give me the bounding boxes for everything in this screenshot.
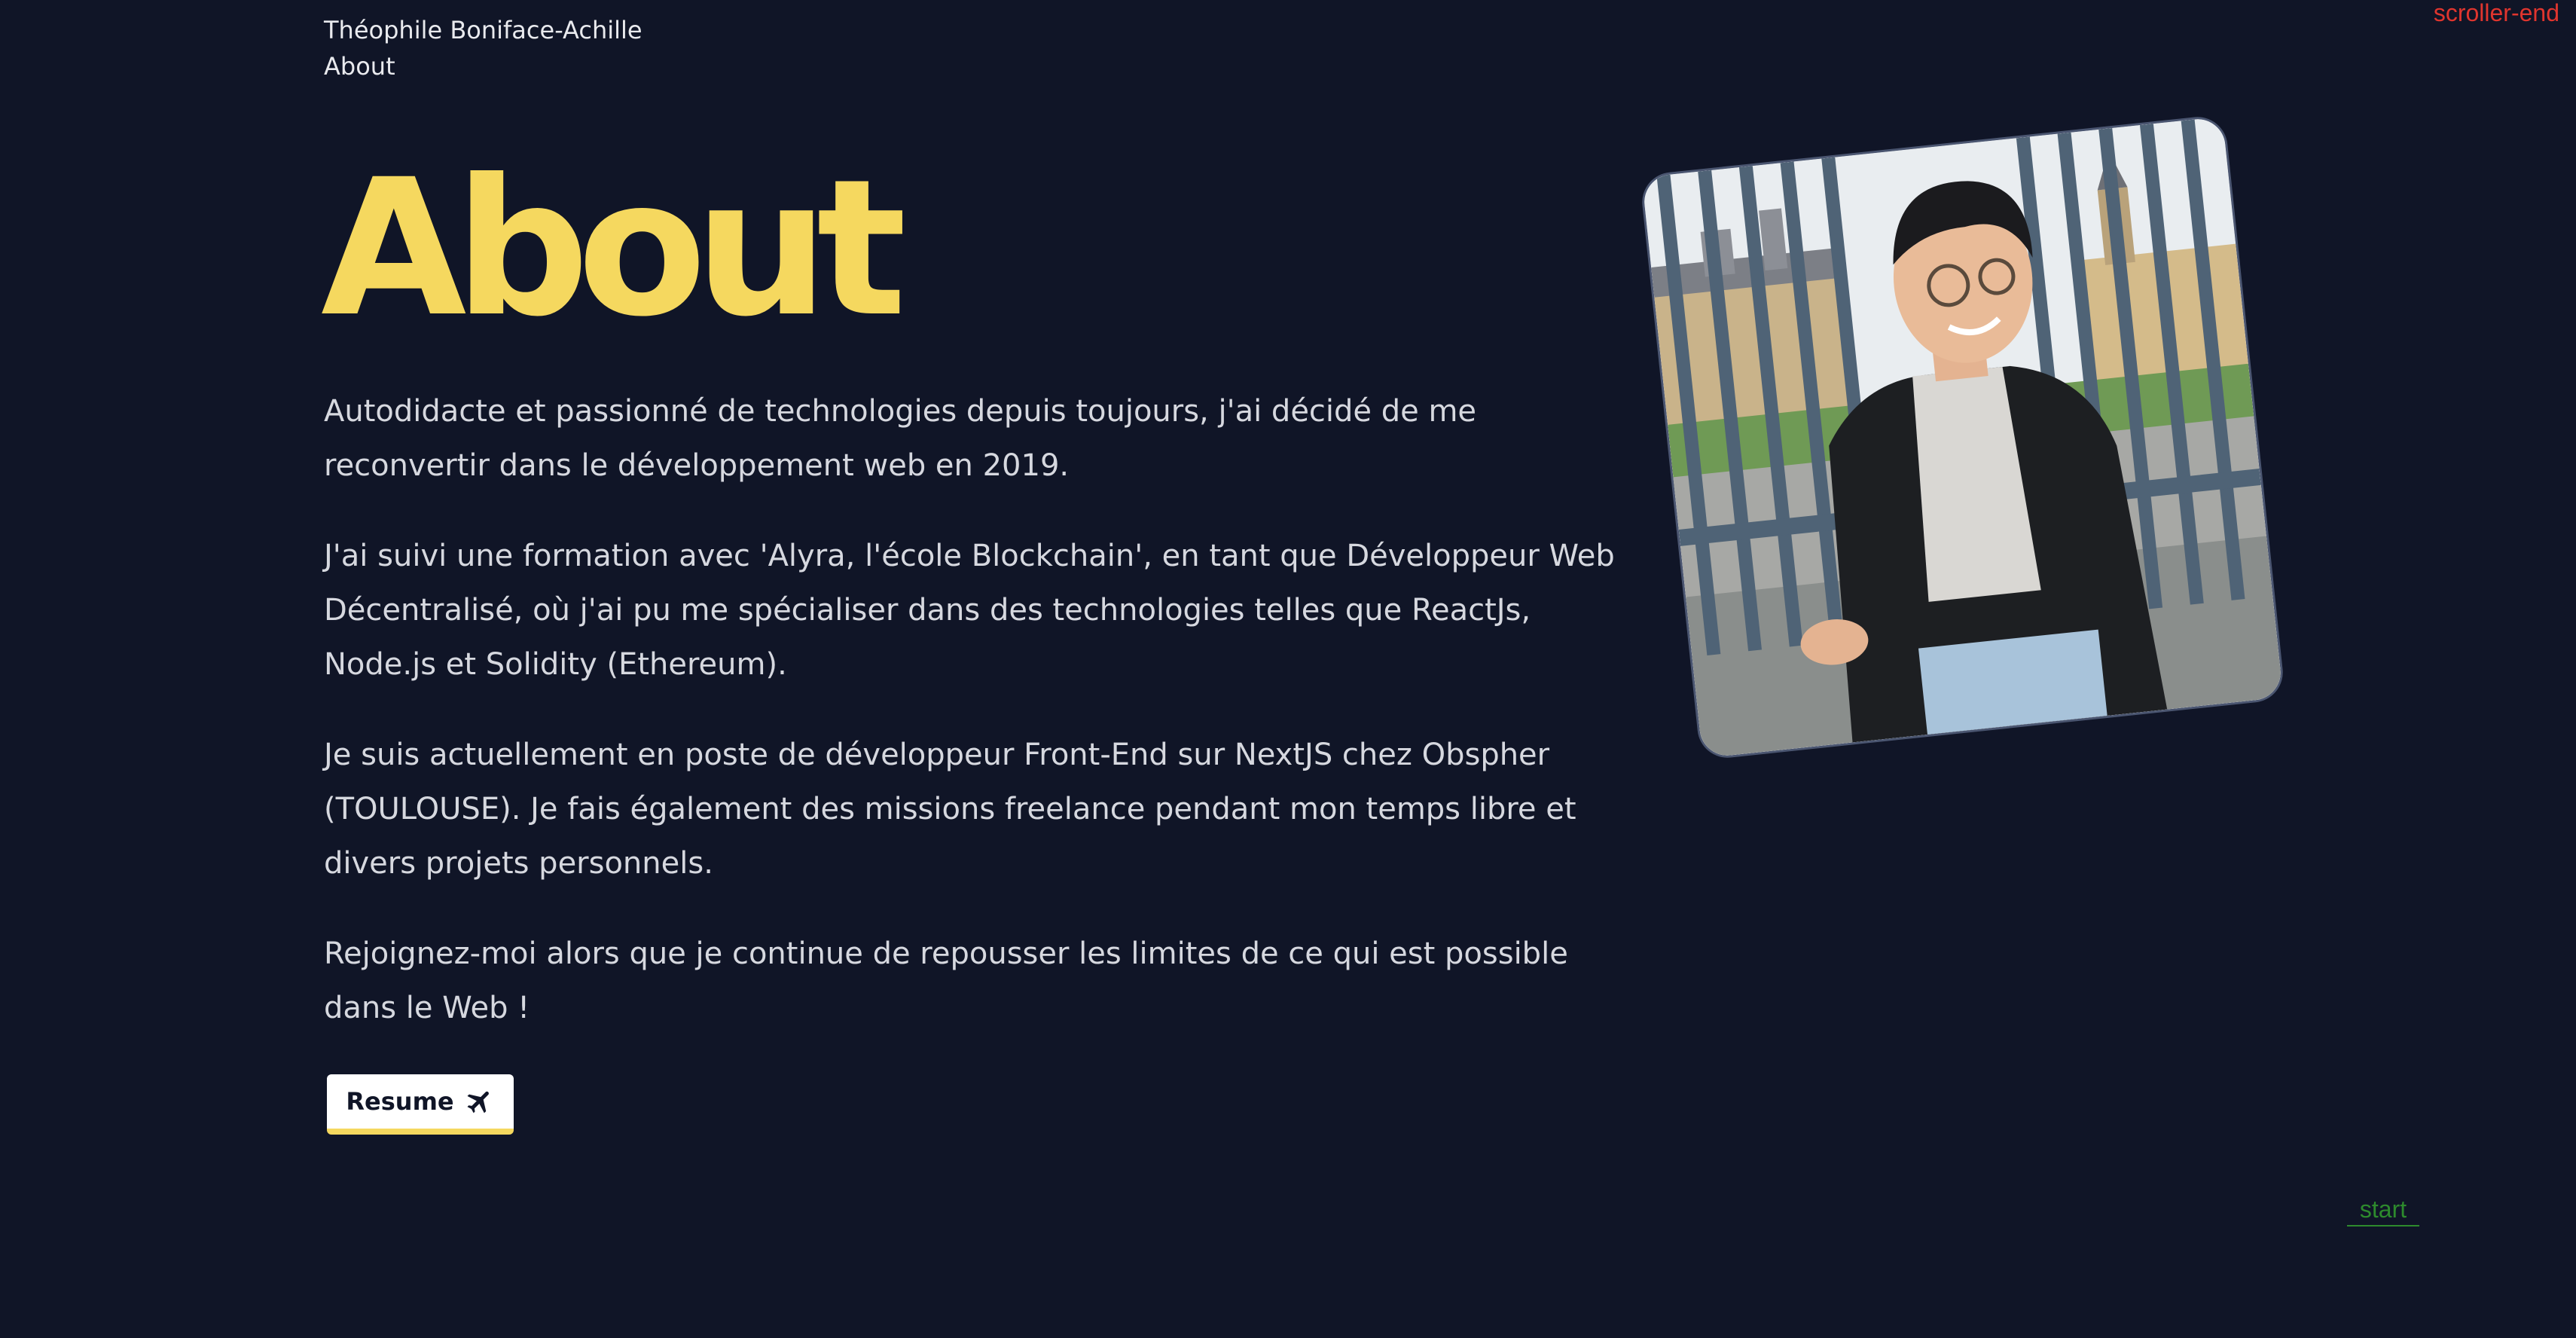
start-marker: start <box>2347 1193 2419 1226</box>
resume-button[interactable]: Resume <box>327 1074 514 1135</box>
about-paragraph-3: Je suis actuellement en poste de dévelop… <box>324 738 1576 881</box>
about-paragraph-4: Rejoignez-moi alors que je continue de r… <box>324 936 1568 1025</box>
nav-about-link[interactable]: About <box>324 48 642 84</box>
about-text: Autodidacte et passionné de technologies… <box>324 384 1619 1071</box>
about-paragraph-2: J'ai suivi une formation avec 'Alyra, l'… <box>324 539 1615 682</box>
profile-photo <box>1639 114 2286 761</box>
scroller-end-marker: scroller-end <box>2433 0 2559 26</box>
top-nav: Théophile Boniface-Achille About <box>324 12 642 84</box>
resume-button-label: Resume <box>346 1087 454 1116</box>
site-owner-name[interactable]: Théophile Boniface-Achille <box>324 12 642 48</box>
page-title: About <box>321 139 907 358</box>
about-paragraph-1: Autodidacte et passionné de technologies… <box>324 394 1477 483</box>
airplane-icon <box>465 1086 495 1117</box>
